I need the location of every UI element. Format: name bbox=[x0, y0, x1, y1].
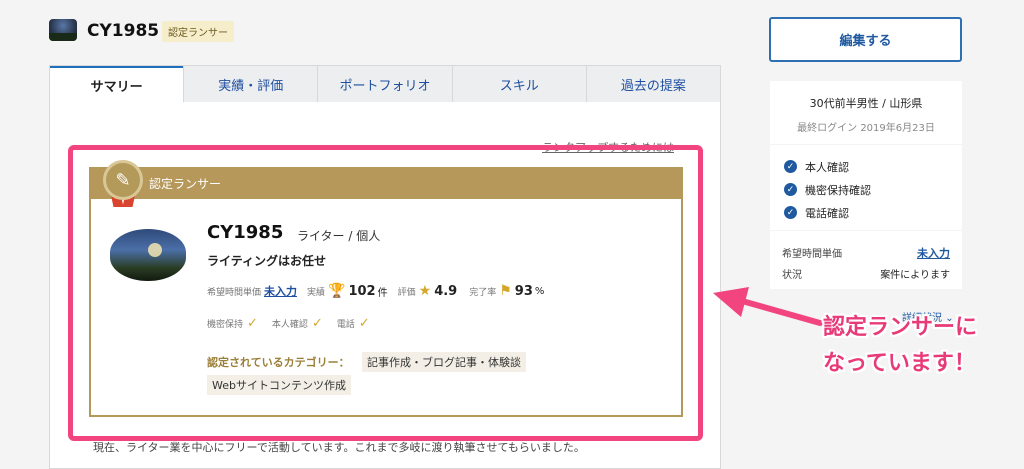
check-circle-icon: ✓ bbox=[784, 183, 797, 196]
profile-tabs: サマリー 実績・評価 ポートフォリオ スキル 過去の提案 bbox=[49, 65, 721, 103]
tab-achievements[interactable]: 実績・評価 bbox=[183, 66, 317, 103]
annotation-arrow bbox=[713, 287, 823, 326]
verify-item-nda: ✓ 機密保持確認 bbox=[784, 178, 962, 201]
sidebar-availability: 希望時間単価 未入力 状況 案件によります bbox=[770, 231, 962, 289]
tab-portfolio[interactable]: ポートフォリオ bbox=[317, 66, 451, 103]
tab-summary[interactable]: サマリー bbox=[50, 66, 184, 103]
highlight-frame bbox=[68, 145, 703, 441]
check-circle-icon: ✓ bbox=[784, 206, 797, 219]
bio-text: 現在、ライター業を中心にフリーで活動しています。これまで多岐に渡り執筆させてもら… bbox=[93, 441, 585, 454]
sidebar-profile: 30代前半男性 / 山形県 最終ログイン 2019年6月23日 bbox=[770, 81, 962, 144]
sidebar-rate-link[interactable]: 未入力 bbox=[917, 245, 950, 266]
status-value: 案件によります bbox=[880, 270, 950, 281]
user-avatar bbox=[49, 19, 77, 41]
verify-item-identity: ✓ 本人確認 bbox=[784, 155, 962, 178]
rate-row: 希望時間単価 未入力 bbox=[782, 245, 950, 266]
annotation-note: 認定ランサーに なっています！ bbox=[823, 315, 978, 376]
certified-badge: 認定ランサー bbox=[162, 21, 234, 42]
edit-button[interactable]: 編集する bbox=[769, 17, 962, 62]
verify-item-phone: ✓ 電話確認 bbox=[784, 201, 962, 224]
tab-past-proposals[interactable]: 過去の提案 bbox=[585, 66, 720, 103]
profile-demographics: 30代前半男性 / 山形県 bbox=[809, 97, 923, 110]
check-circle-icon: ✓ bbox=[784, 160, 797, 173]
last-login: 最終ログイン 2019年6月23日 bbox=[797, 123, 935, 134]
sidebar-verifications: ✓ 本人確認 ✓ 機密保持確認 ✓ 電話確認 bbox=[770, 145, 962, 230]
tab-skills[interactable]: スキル bbox=[451, 66, 586, 103]
sidebar-rate-label: 希望時間単価 bbox=[782, 249, 842, 260]
header-username: CY1985 bbox=[87, 21, 160, 41]
